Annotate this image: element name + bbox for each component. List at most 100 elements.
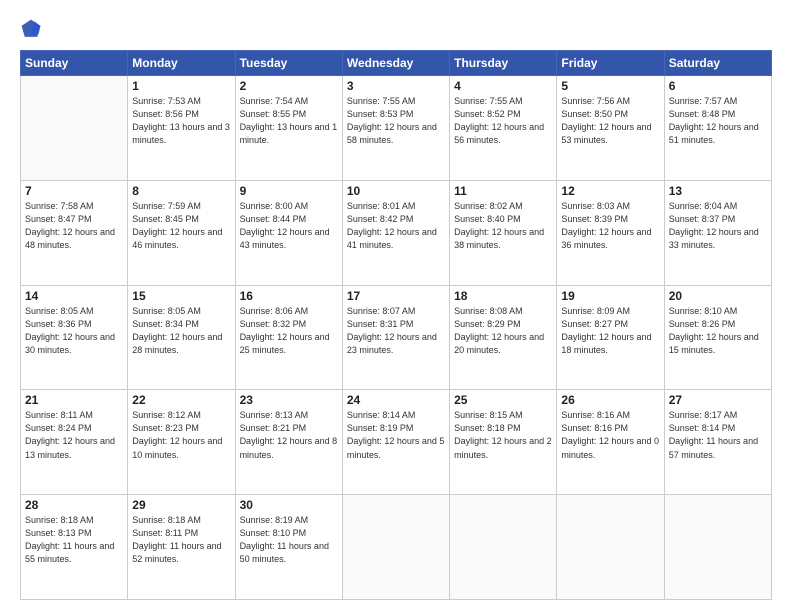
day-number: 5 [561, 79, 659, 93]
weekday-header: Saturday [664, 51, 771, 76]
weekday-header: Friday [557, 51, 664, 76]
calendar-cell [21, 76, 128, 181]
day-number: 17 [347, 289, 445, 303]
day-info: Sunrise: 7:57 AM Sunset: 8:48 PM Dayligh… [669, 95, 767, 147]
day-info: Sunrise: 7:55 AM Sunset: 8:53 PM Dayligh… [347, 95, 445, 147]
day-number: 25 [454, 393, 552, 407]
weekday-header: Thursday [450, 51, 557, 76]
day-info: Sunrise: 8:17 AM Sunset: 8:14 PM Dayligh… [669, 409, 767, 461]
calendar-cell: 21Sunrise: 8:11 AM Sunset: 8:24 PM Dayli… [21, 390, 128, 495]
day-number: 10 [347, 184, 445, 198]
logo [20, 18, 48, 40]
logo-icon [20, 18, 42, 40]
weekday-header: Sunday [21, 51, 128, 76]
day-info: Sunrise: 8:18 AM Sunset: 8:11 PM Dayligh… [132, 514, 230, 566]
day-number: 14 [25, 289, 123, 303]
day-number: 15 [132, 289, 230, 303]
calendar-cell: 6 Sunrise: 7:57 AM Sunset: 8:48 PM Daylig… [664, 76, 771, 181]
calendar-table: SundayMondayTuesdayWednesdayThursdayFrid… [20, 50, 772, 600]
calendar-cell [664, 495, 771, 600]
day-info: Sunrise: 8:09 AM Sunset: 8:27 PM Dayligh… [561, 305, 659, 357]
day-number: 3 [347, 79, 445, 93]
day-info: Sunrise: 8:12 AM Sunset: 8:23 PM Dayligh… [132, 409, 230, 461]
calendar-cell: 20 Sunrise: 8:10 AM Sunset: 8:26 PM Dayli… [664, 285, 771, 390]
weekday-header: Tuesday [235, 51, 342, 76]
calendar-cell: 19 Sunrise: 8:09 AM Sunset: 8:27 PM Dayli… [557, 285, 664, 390]
calendar-cell: 24Sunrise: 8:14 AM Sunset: 8:19 PM Dayli… [342, 390, 449, 495]
calendar-cell: 13 Sunrise: 8:04 AM Sunset: 8:37 PM Dayli… [664, 180, 771, 285]
day-number: 7 [25, 184, 123, 198]
day-info: Sunrise: 8:15 AM Sunset: 8:18 PM Dayligh… [454, 409, 552, 461]
day-info: Sunrise: 8:07 AM Sunset: 8:31 PM Dayligh… [347, 305, 445, 357]
weekday-header: Wednesday [342, 51, 449, 76]
calendar-week-row: 21Sunrise: 8:11 AM Sunset: 8:24 PM Dayli… [21, 390, 772, 495]
day-info: Sunrise: 8:08 AM Sunset: 8:29 PM Dayligh… [454, 305, 552, 357]
calendar-week-row: 1 Sunrise: 7:53 AM Sunset: 8:56 PM Daylig… [21, 76, 772, 181]
day-info: Sunrise: 7:54 AM Sunset: 8:55 PM Dayligh… [240, 95, 338, 147]
day-number: 30 [240, 498, 338, 512]
calendar-cell: 2 Sunrise: 7:54 AM Sunset: 8:55 PM Daylig… [235, 76, 342, 181]
day-number: 23 [240, 393, 338, 407]
calendar-cell: 27 Sunrise: 8:17 AM Sunset: 8:14 PM Dayli… [664, 390, 771, 495]
calendar-cell [450, 495, 557, 600]
calendar-cell: 25 Sunrise: 8:15 AM Sunset: 8:18 PM Dayli… [450, 390, 557, 495]
day-number: 29 [132, 498, 230, 512]
day-number: 4 [454, 79, 552, 93]
calendar-cell [557, 495, 664, 600]
day-info: Sunrise: 7:58 AM Sunset: 8:47 PM Dayligh… [25, 200, 123, 252]
calendar-cell: 3 Sunrise: 7:55 AM Sunset: 8:53 PM Daylig… [342, 76, 449, 181]
calendar-cell [342, 495, 449, 600]
day-number: 9 [240, 184, 338, 198]
day-info: Sunrise: 8:00 AM Sunset: 8:44 PM Dayligh… [240, 200, 338, 252]
calendar-cell: 8 Sunrise: 7:59 AM Sunset: 8:45 PM Daylig… [128, 180, 235, 285]
day-number: 18 [454, 289, 552, 303]
day-number: 28 [25, 498, 123, 512]
calendar-cell: 12Sunrise: 8:03 AM Sunset: 8:39 PM Dayli… [557, 180, 664, 285]
day-number: 2 [240, 79, 338, 93]
day-number: 13 [669, 184, 767, 198]
calendar-cell: 1 Sunrise: 7:53 AM Sunset: 8:56 PM Daylig… [128, 76, 235, 181]
day-info: Sunrise: 8:19 AM Sunset: 8:10 PM Dayligh… [240, 514, 338, 566]
day-info: Sunrise: 7:56 AM Sunset: 8:50 PM Dayligh… [561, 95, 659, 147]
calendar-cell: 28Sunrise: 8:18 AM Sunset: 8:13 PM Dayli… [21, 495, 128, 600]
calendar-cell: 17 Sunrise: 8:07 AM Sunset: 8:31 PM Dayli… [342, 285, 449, 390]
day-number: 1 [132, 79, 230, 93]
page: SundayMondayTuesdayWednesdayThursdayFrid… [0, 0, 792, 612]
day-info: Sunrise: 7:53 AM Sunset: 8:56 PM Dayligh… [132, 95, 230, 147]
day-info: Sunrise: 8:05 AM Sunset: 8:34 PM Dayligh… [132, 305, 230, 357]
day-number: 27 [669, 393, 767, 407]
header-row: SundayMondayTuesdayWednesdayThursdayFrid… [21, 51, 772, 76]
day-info: Sunrise: 8:02 AM Sunset: 8:40 PM Dayligh… [454, 200, 552, 252]
day-number: 8 [132, 184, 230, 198]
calendar-cell: 23 Sunrise: 8:13 AM Sunset: 8:21 PM Dayli… [235, 390, 342, 495]
day-number: 20 [669, 289, 767, 303]
calendar-week-row: 7 Sunrise: 7:58 AM Sunset: 8:47 PM Daylig… [21, 180, 772, 285]
weekday-header: Monday [128, 51, 235, 76]
calendar-cell: 22Sunrise: 8:12 AM Sunset: 8:23 PM Dayli… [128, 390, 235, 495]
calendar-header: SundayMondayTuesdayWednesdayThursdayFrid… [21, 51, 772, 76]
calendar-cell: 26 Sunrise: 8:16 AM Sunset: 8:16 PM Dayli… [557, 390, 664, 495]
day-number: 26 [561, 393, 659, 407]
calendar-cell: 9 Sunrise: 8:00 AM Sunset: 8:44 PM Daylig… [235, 180, 342, 285]
calendar-cell: 30 Sunrise: 8:19 AM Sunset: 8:10 PM Dayli… [235, 495, 342, 600]
day-number: 11 [454, 184, 552, 198]
calendar-cell: 7 Sunrise: 7:58 AM Sunset: 8:47 PM Daylig… [21, 180, 128, 285]
day-info: Sunrise: 8:10 AM Sunset: 8:26 PM Dayligh… [669, 305, 767, 357]
day-info: Sunrise: 8:16 AM Sunset: 8:16 PM Dayligh… [561, 409, 659, 461]
calendar-week-row: 28Sunrise: 8:18 AM Sunset: 8:13 PM Dayli… [21, 495, 772, 600]
day-info: Sunrise: 8:05 AM Sunset: 8:36 PM Dayligh… [25, 305, 123, 357]
day-info: Sunrise: 7:59 AM Sunset: 8:45 PM Dayligh… [132, 200, 230, 252]
day-info: Sunrise: 8:06 AM Sunset: 8:32 PM Dayligh… [240, 305, 338, 357]
day-info: Sunrise: 8:01 AM Sunset: 8:42 PM Dayligh… [347, 200, 445, 252]
day-info: Sunrise: 8:04 AM Sunset: 8:37 PM Dayligh… [669, 200, 767, 252]
day-info: Sunrise: 8:03 AM Sunset: 8:39 PM Dayligh… [561, 200, 659, 252]
calendar-cell: 5 Sunrise: 7:56 AM Sunset: 8:50 PM Daylig… [557, 76, 664, 181]
calendar-cell: 29 Sunrise: 8:18 AM Sunset: 8:11 PM Dayli… [128, 495, 235, 600]
day-number: 19 [561, 289, 659, 303]
calendar-cell: 15 Sunrise: 8:05 AM Sunset: 8:34 PM Dayli… [128, 285, 235, 390]
day-number: 6 [669, 79, 767, 93]
calendar-cell: 14 Sunrise: 8:05 AM Sunset: 8:36 PM Dayli… [21, 285, 128, 390]
day-number: 24 [347, 393, 445, 407]
day-number: 21 [25, 393, 123, 407]
day-info: Sunrise: 8:13 AM Sunset: 8:21 PM Dayligh… [240, 409, 338, 461]
